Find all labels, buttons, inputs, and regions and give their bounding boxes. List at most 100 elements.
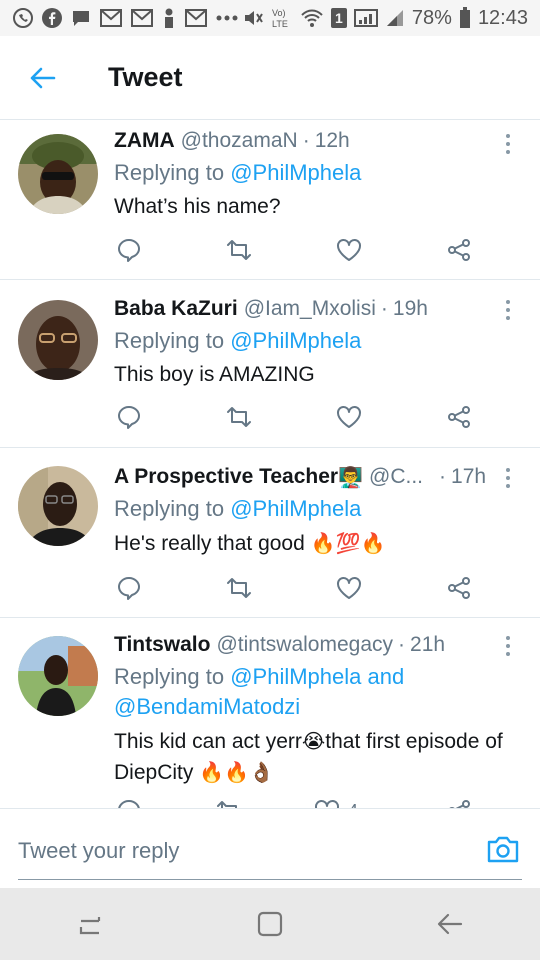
- like-button[interactable]: [334, 402, 364, 432]
- share-icon: [448, 577, 470, 599]
- tweet-more-button[interactable]: [498, 464, 518, 492]
- share-icon: [449, 800, 470, 808]
- tweet-actions: [114, 402, 474, 432]
- tweet-text: This boy is AMAZING: [114, 363, 315, 386]
- message-icon: [70, 7, 92, 29]
- tweet-time: 21h: [410, 633, 446, 656]
- author-name[interactable]: A Prospective Teacher: [114, 462, 338, 492]
- reply-button[interactable]: [114, 573, 144, 603]
- system-icons: Vo) LTE 1 78% 12:43: [242, 6, 528, 30]
- replying-to: Replying to @PhilMphela: [114, 326, 520, 356]
- tweet-more-button[interactable]: [498, 296, 518, 324]
- tweet-content: A Prospective Teacher 👨‍🏫 @C... · 17h Re…: [114, 462, 520, 559]
- crying-emoji: 😭: [301, 729, 326, 753]
- retweet-icon: [227, 407, 251, 427]
- notification-icons: [12, 7, 239, 29]
- share-icon: [448, 239, 470, 261]
- svg-text:Vo): Vo): [272, 8, 286, 18]
- separator-dot: ·: [380, 297, 388, 320]
- app-header: Tweet: [0, 36, 540, 120]
- replies-feed[interactable]: ZAMA @thozamaN · 12h Replying to @PhilMp…: [0, 120, 540, 808]
- reply-bubble-icon: [118, 800, 140, 808]
- camera-button[interactable]: [486, 834, 520, 864]
- reply-composer: [0, 808, 540, 888]
- avatar[interactable]: [18, 300, 98, 380]
- mute-icon: [242, 7, 264, 29]
- gmail-icon: [99, 8, 123, 28]
- more-vertical-icon: [506, 636, 510, 640]
- author-handle: @Iam_Mxolisi: [243, 297, 376, 320]
- separator-dot: ·: [439, 465, 447, 488]
- tweet-text-continued: that first episode of: [325, 730, 503, 753]
- replying-to: Replying to @PhilMphela: [114, 494, 520, 524]
- tweet-actions: [114, 573, 474, 603]
- like-button[interactable]: [334, 573, 364, 603]
- tweet-time: 12h: [314, 129, 350, 152]
- avatar[interactable]: [18, 466, 98, 546]
- more-notifications-icon: [215, 14, 239, 22]
- tweet-more-button[interactable]: [498, 130, 518, 158]
- avatar[interactable]: [18, 134, 98, 214]
- camera-icon: [487, 836, 519, 863]
- tweet-time: 17h: [451, 465, 487, 488]
- svg-text:LTE: LTE: [272, 19, 288, 29]
- home-button[interactable]: [245, 899, 295, 949]
- share-button[interactable]: [444, 235, 474, 265]
- tweet-text: He's really that good 🔥💯🔥: [114, 528, 520, 559]
- mention-conjunction: and: [367, 664, 405, 689]
- retweet-icon: [227, 578, 251, 598]
- heart-icon: [337, 406, 361, 428]
- tweet-header: A Prospective Teacher 👨‍🏫 @C... · 17h: [114, 462, 520, 492]
- home-icon: [257, 911, 283, 937]
- reply-button[interactable]: [114, 402, 144, 432]
- mention-link[interactable]: @PhilMphela: [230, 496, 361, 521]
- back-nav-button[interactable]: [425, 899, 475, 949]
- author-name[interactable]: Tintswalo: [114, 630, 210, 660]
- tweet-text: This kid can act yerr😭that first episode…: [114, 726, 520, 788]
- retweet-button[interactable]: [224, 235, 254, 265]
- mention-link-2[interactable]: @BendamiMatodzi: [114, 694, 300, 719]
- tweet-text-body: This kid can act yerr: [114, 730, 302, 753]
- tweet-item[interactable]: Baba KaZuri @Iam_Mxolisi · 19h Replying …: [0, 280, 540, 448]
- separator-dot: ·: [302, 129, 310, 152]
- tweet-content: Baba KaZuri @Iam_Mxolisi · 19h Replying …: [114, 294, 520, 390]
- tweet-item[interactable]: A Prospective Teacher 👨‍🏫 @C... · 17h Re…: [0, 448, 540, 618]
- retweet-button[interactable]: [224, 402, 254, 432]
- tweet-more-button[interactable]: [498, 632, 518, 660]
- tweet-item[interactable]: Tintswalo @tintswalomegacy · 21h Replyin…: [0, 618, 540, 808]
- replying-prefix: Replying to: [114, 664, 225, 689]
- recent-apps-button[interactable]: [65, 899, 115, 949]
- gmail-icon-3: [184, 8, 208, 28]
- more-vertical-icon: [506, 300, 510, 304]
- battery-icon: [459, 7, 471, 29]
- reply-button[interactable]: [114, 796, 144, 808]
- heart-icon: [315, 800, 339, 808]
- mention-link[interactable]: @PhilMphela: [230, 160, 361, 185]
- replying-to: Replying to @PhilMphela and @BendamiMato…: [114, 662, 520, 722]
- back-button[interactable]: [12, 48, 72, 108]
- tweet-item[interactable]: ZAMA @thozamaN · 12h Replying to @PhilMp…: [0, 120, 540, 280]
- tweet-time: 19h: [392, 297, 428, 320]
- tweet-header: ZAMA @thozamaN · 12h: [114, 126, 520, 156]
- retweet-button[interactable]: [214, 796, 244, 808]
- battery-percent: 78%: [411, 6, 452, 29]
- share-button[interactable]: [444, 402, 474, 432]
- reply-input[interactable]: [18, 831, 488, 871]
- share-button[interactable]: [444, 796, 474, 808]
- tweet-actions: [114, 235, 474, 265]
- author-name[interactable]: ZAMA: [114, 126, 175, 156]
- mention-link[interactable]: @PhilMphela: [230, 664, 361, 689]
- mention-link[interactable]: @PhilMphela: [230, 328, 361, 353]
- author-name[interactable]: Baba KaZuri: [114, 294, 238, 324]
- person-icon: [161, 7, 177, 29]
- retweet-icon: [217, 801, 237, 808]
- tweet-header: Baba KaZuri @Iam_Mxolisi · 19h: [114, 294, 520, 324]
- avatar[interactable]: [18, 636, 98, 716]
- like-button[interactable]: 4: [314, 796, 374, 808]
- reply-button[interactable]: [114, 235, 144, 265]
- facebook-icon: [41, 7, 63, 29]
- retweet-button[interactable]: [224, 573, 254, 603]
- like-button[interactable]: [334, 235, 364, 265]
- tweet-text-line2: DiepCity: [114, 761, 194, 784]
- share-button[interactable]: [444, 573, 474, 603]
